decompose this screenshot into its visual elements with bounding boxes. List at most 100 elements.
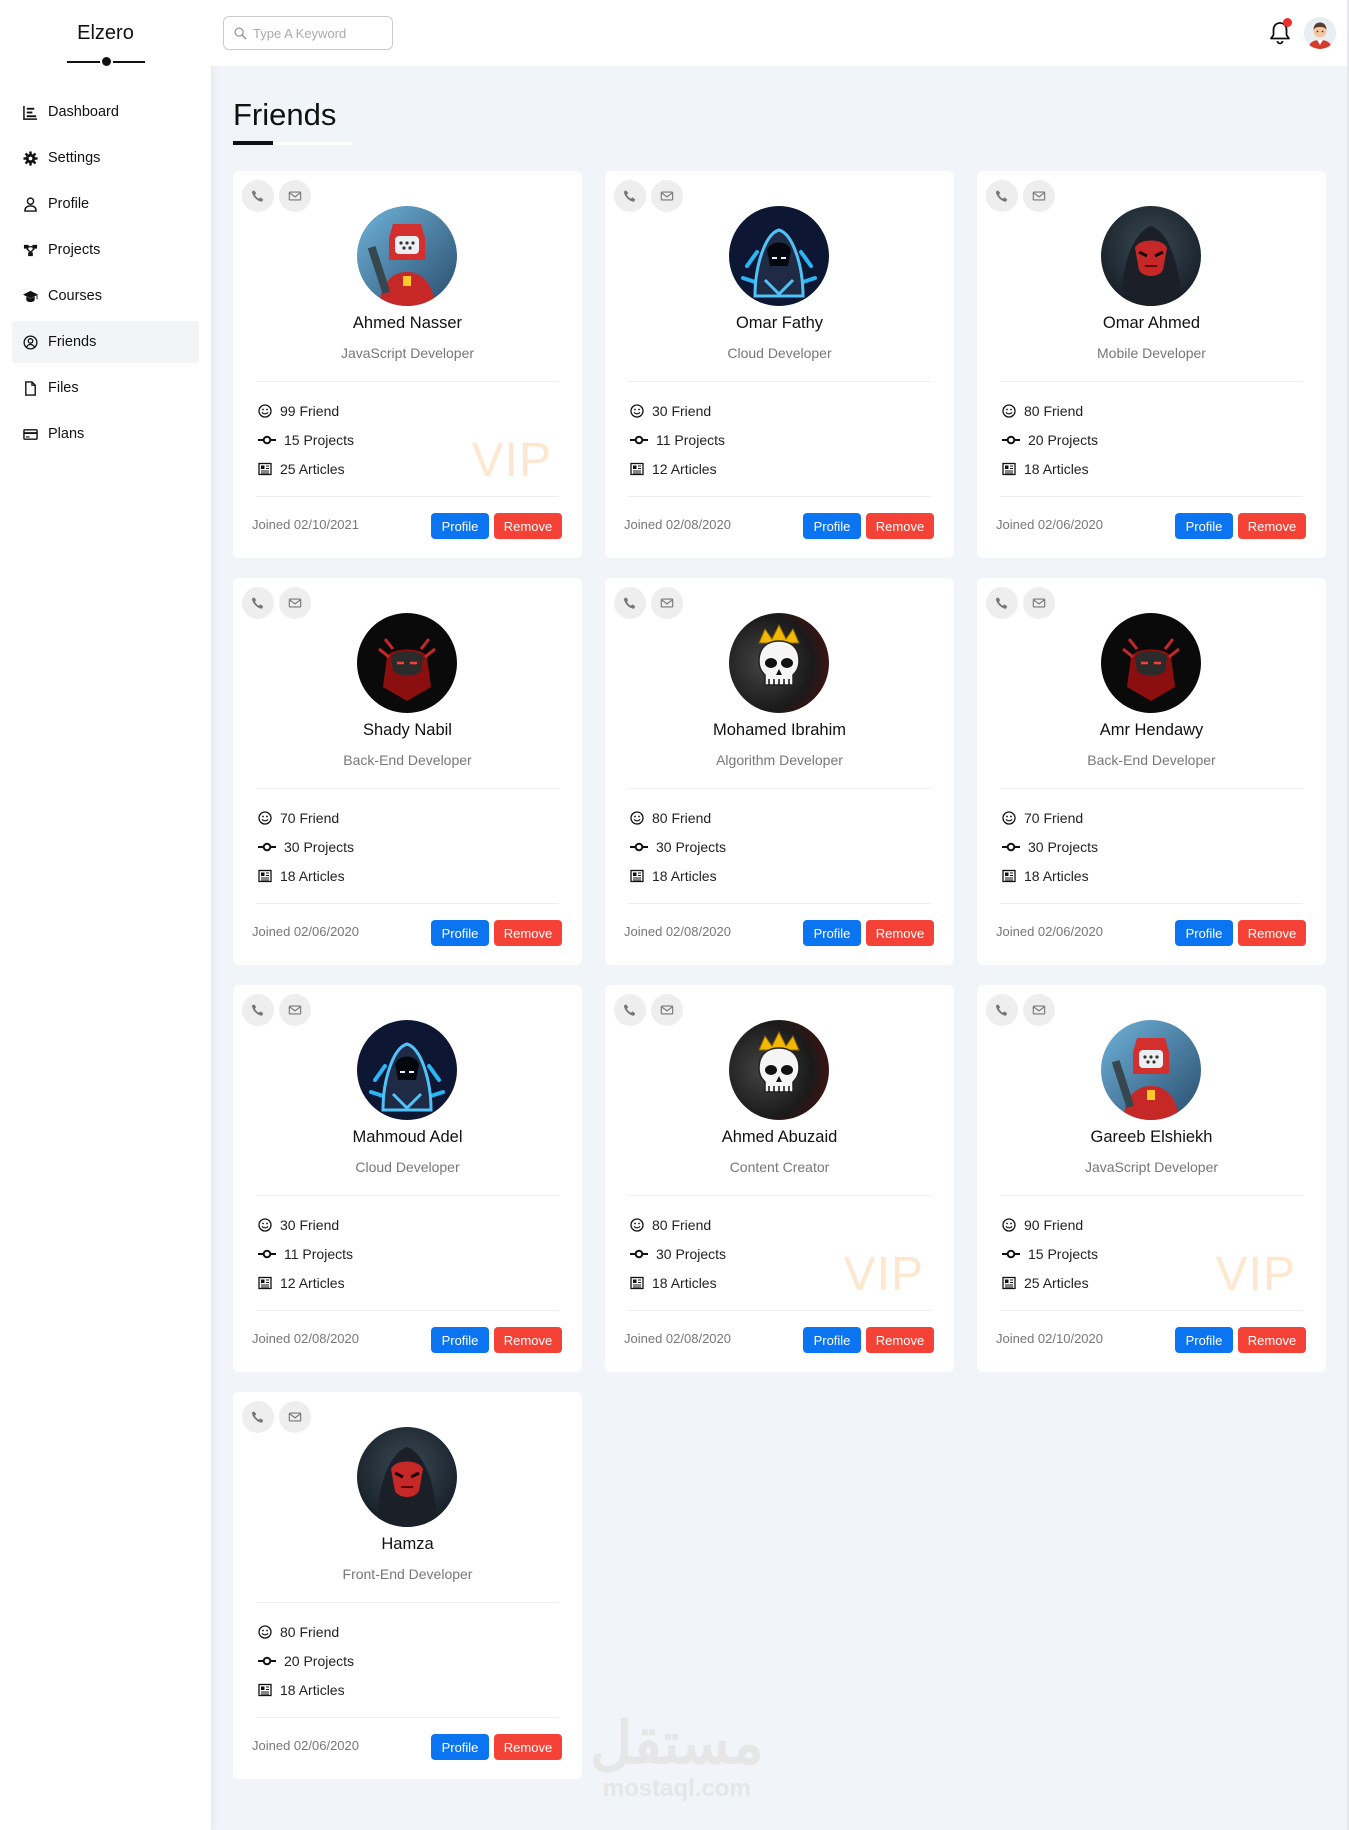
profile-button[interactable]: Profile <box>803 1327 861 1353</box>
divider <box>628 1310 931 1311</box>
sidebar: Elzero Dashboard Settings Profile Projec… <box>0 0 211 1830</box>
friend-avatar <box>357 206 457 306</box>
brand-underline <box>66 53 145 69</box>
joined-date: Joined 02/06/2020 <box>996 924 1103 939</box>
remove-button[interactable]: Remove <box>494 920 562 946</box>
remove-button[interactable]: Remove <box>866 513 934 539</box>
user-avatar[interactable] <box>1304 17 1336 49</box>
mail-icon[interactable] <box>651 587 683 619</box>
phone-icon[interactable] <box>242 994 274 1026</box>
sidebar-item-files[interactable]: Files <box>12 367 199 409</box>
remove-button[interactable]: Remove <box>1238 1327 1306 1353</box>
page-title: Friends <box>233 97 337 132</box>
profile-button[interactable]: Profile <box>431 513 489 539</box>
friend-card: Omar Fathy Cloud Developer 30 Friend 11 Pro… <box>605 171 954 558</box>
sidebar-item-plans[interactable]: Plans <box>12 413 199 455</box>
user-icon <box>22 196 38 212</box>
mail-icon[interactable] <box>279 1401 311 1433</box>
vip-badge: VIP <box>471 434 552 487</box>
smile-icon <box>256 1624 274 1640</box>
sidebar-item-projects[interactable]: Projects <box>12 229 199 271</box>
joined-date: Joined 02/10/2020 <box>996 1331 1103 1346</box>
friend-role: Cloud Developer <box>355 1159 460 1175</box>
mail-icon[interactable] <box>651 994 683 1026</box>
phone-icon[interactable] <box>614 994 646 1026</box>
phone-icon[interactable] <box>986 180 1018 212</box>
remove-button[interactable]: Remove <box>494 1327 562 1353</box>
smile-icon <box>628 403 646 419</box>
profile-button[interactable]: Profile <box>431 920 489 946</box>
profile-button[interactable]: Profile <box>1175 513 1233 539</box>
friend-avatar <box>729 1020 829 1120</box>
friends-count: 99 Friend <box>256 403 339 419</box>
watermark-logo: مستقل mostaql.com <box>590 1711 764 1803</box>
divider <box>628 1195 931 1196</box>
smile-icon <box>256 1217 274 1233</box>
profile-button[interactable]: Profile <box>803 920 861 946</box>
mail-icon[interactable] <box>1023 587 1055 619</box>
phone-icon[interactable] <box>986 994 1018 1026</box>
commit-icon <box>1000 432 1022 448</box>
remove-button[interactable]: Remove <box>494 513 562 539</box>
commit-icon <box>628 839 650 855</box>
divider <box>256 496 559 497</box>
file-icon <box>22 380 38 396</box>
remove-button[interactable]: Remove <box>866 920 934 946</box>
friend-avatar <box>729 613 829 713</box>
divider <box>256 903 559 904</box>
divider <box>1000 1195 1303 1196</box>
commit-icon <box>628 1246 650 1262</box>
phone-icon[interactable] <box>614 587 646 619</box>
remove-button[interactable]: Remove <box>494 1734 562 1760</box>
divider <box>1000 1310 1303 1311</box>
profile-button[interactable]: Profile <box>431 1327 489 1353</box>
mail-icon[interactable] <box>279 994 311 1026</box>
remove-button[interactable]: Remove <box>1238 513 1306 539</box>
sidebar-item-dashboard[interactable]: Dashboard <box>12 91 199 133</box>
phone-icon[interactable] <box>242 587 274 619</box>
profile-button[interactable]: Profile <box>431 1734 489 1760</box>
smile-icon <box>628 810 646 826</box>
sidebar-nav: Dashboard Settings Profile Projects Cour… <box>0 91 211 455</box>
sidebar-item-label: Friends <box>48 334 97 350</box>
mail-icon[interactable] <box>1023 180 1055 212</box>
divider <box>1000 903 1303 904</box>
smile-icon <box>256 810 274 826</box>
graduation-cap-icon <box>22 288 38 304</box>
notification-bell-icon[interactable] <box>1268 18 1292 46</box>
mail-icon[interactable] <box>651 180 683 212</box>
profile-button[interactable]: Profile <box>1175 1327 1233 1353</box>
mail-icon[interactable] <box>1023 994 1055 1026</box>
projects-count: 11 Projects <box>628 432 725 448</box>
gear-icon <box>22 150 38 166</box>
joined-date: Joined 02/08/2020 <box>624 517 731 532</box>
phone-icon[interactable] <box>242 1401 274 1433</box>
profile-button[interactable]: Profile <box>1175 920 1233 946</box>
remove-button[interactable]: Remove <box>866 1327 934 1353</box>
sidebar-item-courses[interactable]: Courses <box>12 275 199 317</box>
projects-count: 20 Projects <box>256 1653 354 1669</box>
search-input[interactable] <box>253 25 383 41</box>
mail-icon[interactable] <box>279 180 311 212</box>
newspaper-icon <box>1000 1275 1018 1291</box>
friend-name: Hamza <box>381 1535 434 1553</box>
profile-button[interactable]: Profile <box>803 513 861 539</box>
phone-icon[interactable] <box>986 587 1018 619</box>
friend-card: Omar Ahmed Mobile Developer 80 Friend 20 Pr… <box>977 171 1326 558</box>
articles-count: 12 Articles <box>628 461 717 477</box>
mail-icon[interactable] <box>279 587 311 619</box>
phone-icon[interactable] <box>242 180 274 212</box>
sidebar-item-settings[interactable]: Settings <box>12 137 199 179</box>
search-box[interactable] <box>223 16 393 50</box>
phone-icon[interactable] <box>614 180 646 212</box>
sidebar-item-friends[interactable]: Friends <box>12 321 199 363</box>
friend-name: Amr Hendawy <box>1099 721 1204 739</box>
sidebar-item-profile[interactable]: Profile <box>12 183 199 225</box>
remove-button[interactable]: Remove <box>1238 920 1306 946</box>
friend-role: Cloud Developer <box>727 345 832 361</box>
commit-icon <box>1000 839 1022 855</box>
friends-count: 80 Friend <box>1000 403 1083 419</box>
newspaper-icon <box>256 1682 274 1698</box>
friends-count: 70 Friend <box>1000 810 1083 826</box>
friend-role: Content Creator <box>729 1159 830 1175</box>
